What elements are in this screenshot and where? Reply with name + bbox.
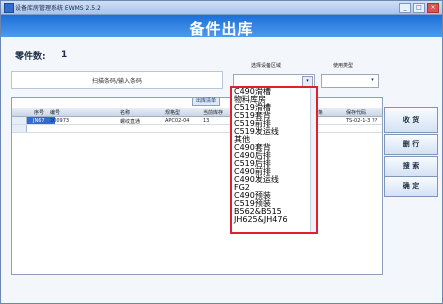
column-header[interactable]: 名称 bbox=[120, 109, 130, 116]
row-selector[interactable] bbox=[12, 125, 27, 132]
barcode-input[interactable]: 扫描条码/输入条码 bbox=[11, 71, 223, 89]
chevron-down-icon[interactable]: ▾ bbox=[368, 76, 377, 85]
column-header[interactable]: 保存代码 bbox=[346, 109, 366, 116]
new-row[interactable] bbox=[12, 125, 382, 133]
cell-code: 200973 bbox=[50, 118, 70, 124]
column-header[interactable]: 条 bbox=[318, 109, 323, 116]
cell-index: JN67 bbox=[33, 118, 45, 124]
column-header[interactable]: 规格型 bbox=[165, 109, 180, 116]
dropdown-option[interactable]: JH625&JH476 bbox=[232, 216, 316, 224]
usage-type-select[interactable]: ▾ bbox=[321, 74, 379, 88]
maximize-button[interactable]: □ bbox=[413, 3, 425, 13]
dropdown-scrollbar[interactable] bbox=[310, 88, 316, 232]
barcode-placeholder: 扫描条码/输入条码 bbox=[91, 78, 143, 85]
search-button[interactable]: 搜 索 bbox=[384, 156, 438, 177]
receive-button[interactable]: 收 货 bbox=[384, 107, 438, 133]
window-title: 设备库房管理系统 EWMS 2.5.2 bbox=[15, 5, 101, 12]
grid-header: 序号 编号 名称 规格型 当前库存 条 保存代码 bbox=[12, 108, 382, 117]
part-count-label: 零件数: bbox=[15, 52, 46, 62]
usage-type-label: 使用类型 bbox=[333, 63, 354, 69]
cell-stock: 13 bbox=[203, 118, 210, 124]
location-label: 选择设备区域 bbox=[251, 63, 282, 69]
minimize-button[interactable]: _ bbox=[399, 3, 411, 13]
title-bar: 设备库房管理系统 EWMS 2.5.2 _ □ × bbox=[1, 1, 442, 15]
grid-tab[interactable]: 出库清单 bbox=[192, 97, 221, 106]
part-count-value: 1 bbox=[61, 50, 68, 60]
location-dropdown[interactable]: C490滑槽 物料库房 C519滑槽 C519套背 C519前排 C519发运线… bbox=[230, 86, 318, 234]
column-header[interactable]: 编号 bbox=[50, 109, 60, 116]
row-selector[interactable] bbox=[12, 117, 27, 124]
delete-row-button[interactable]: 删 行 bbox=[384, 134, 438, 155]
column-header[interactable]: 序号 bbox=[34, 109, 44, 116]
cell-storage-code: TS-02-1-3 ?? bbox=[346, 118, 378, 124]
page-banner: 备件出库 bbox=[1, 15, 442, 38]
app-window: 设备库房管理系统 EWMS 2.5.2 _ □ × 备件出库 零件数: 1 扫描… bbox=[0, 0, 443, 304]
column-header[interactable]: 当前库存 bbox=[203, 109, 223, 116]
outbound-grid: 出库清单 序号 编号 名称 规格型 当前库存 条 保存代码 JN67 20097… bbox=[11, 97, 383, 275]
confirm-button[interactable]: 确 定 bbox=[384, 176, 438, 197]
cell-spec: APC02-04 bbox=[165, 118, 190, 124]
table-row[interactable]: JN67 200973 螺纹直通 APC02-04 13 TS-02-1-3 ?… bbox=[12, 117, 382, 125]
app-icon bbox=[4, 3, 14, 13]
close-button[interactable]: × bbox=[427, 3, 439, 13]
cell-name: 螺纹直通 bbox=[120, 119, 141, 125]
page-title: 备件出库 bbox=[189, 20, 254, 38]
